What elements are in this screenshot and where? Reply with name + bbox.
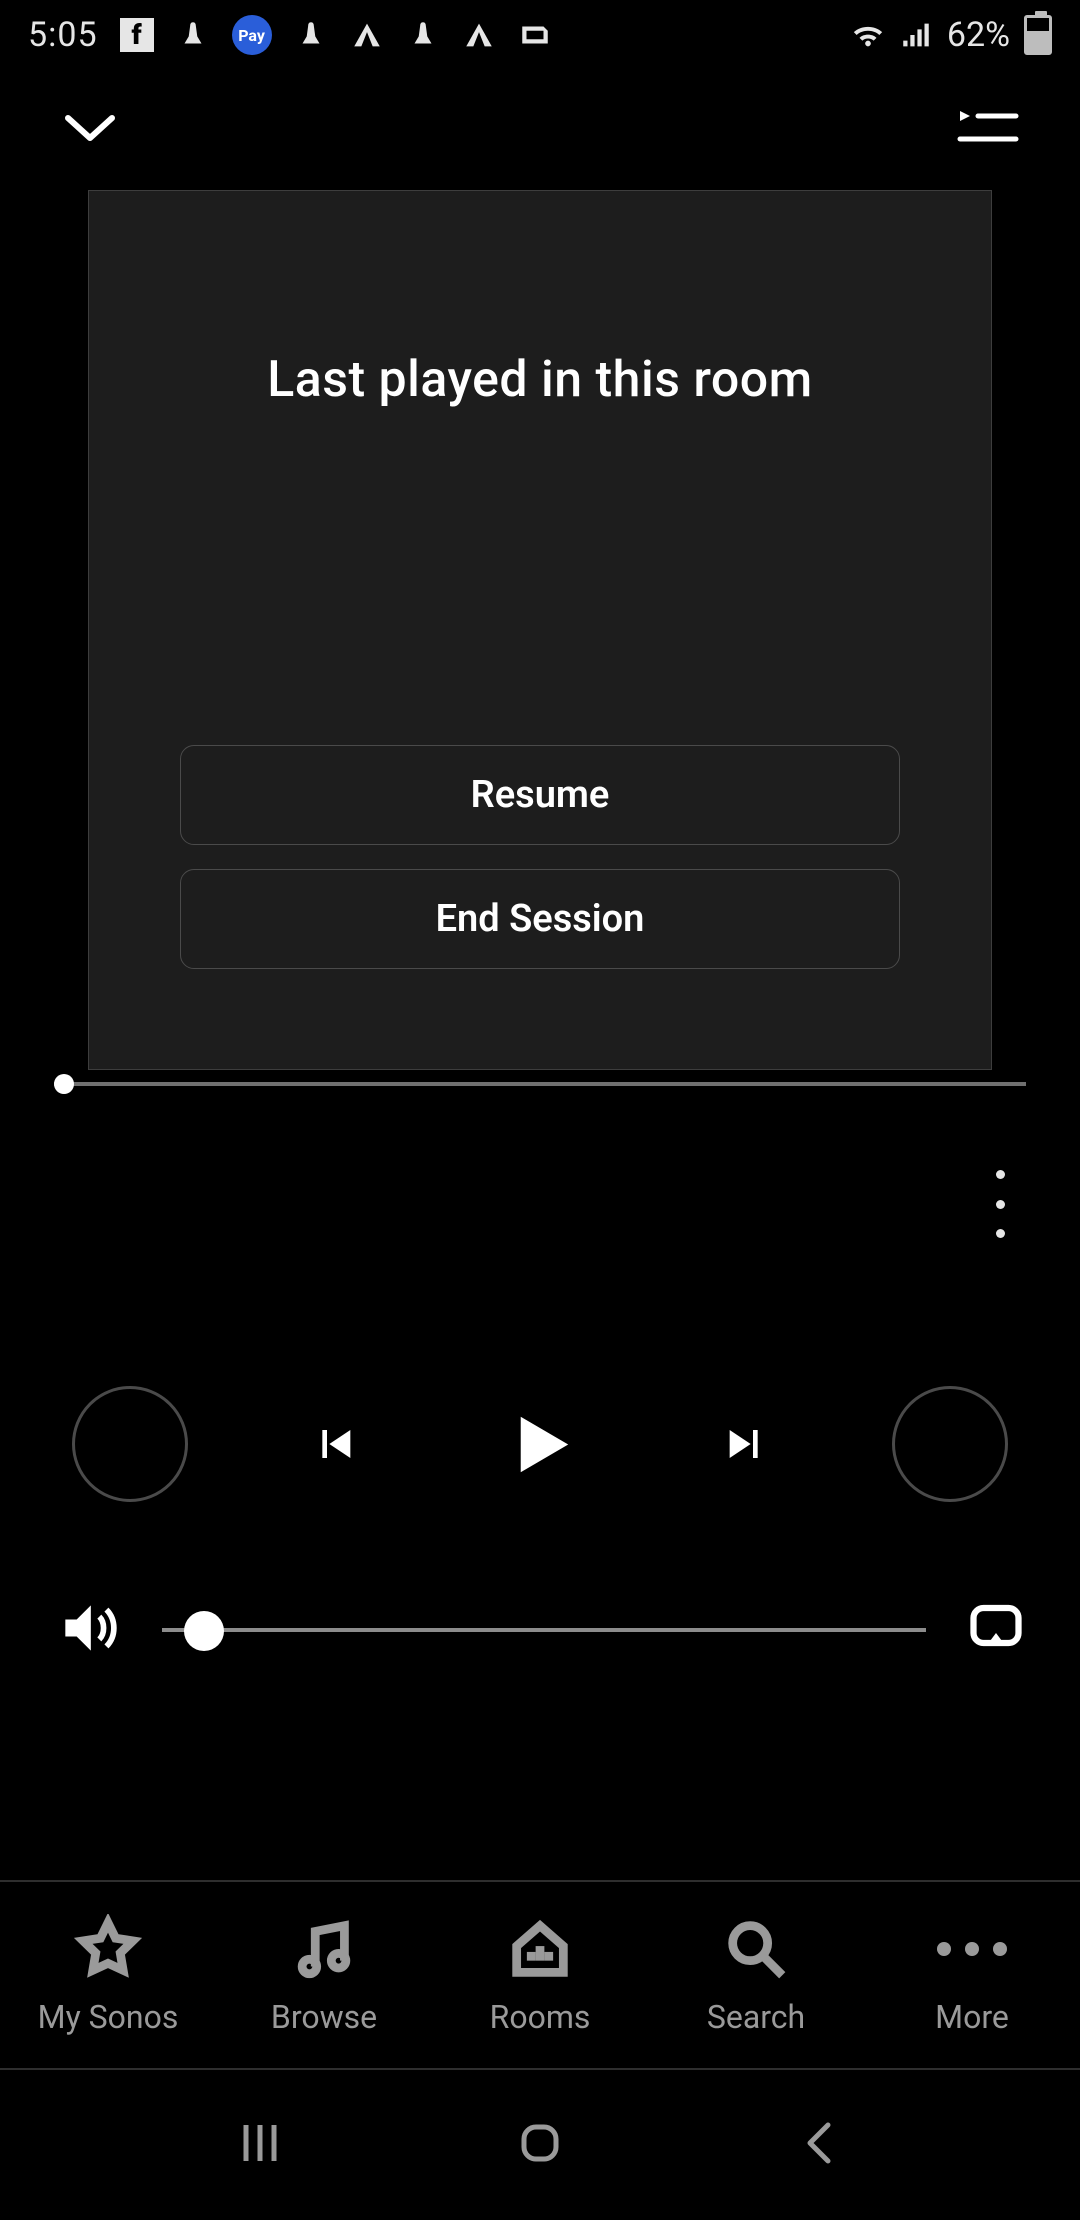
praying-icon bbox=[294, 18, 328, 52]
tab-label: More bbox=[935, 1998, 1009, 2036]
end-session-button[interactable]: End Session bbox=[180, 869, 900, 969]
volume-thumb[interactable] bbox=[184, 1611, 224, 1651]
tab-label: Search bbox=[707, 1998, 805, 2036]
tent-icon bbox=[350, 18, 384, 52]
progress-track bbox=[54, 1082, 1026, 1086]
android-nav-bar bbox=[0, 2070, 1080, 2220]
now-playing-card: Last played in this room Resume End Sess… bbox=[88, 190, 992, 1070]
next-track-button[interactable] bbox=[686, 1384, 806, 1504]
more-icon bbox=[937, 1914, 1007, 1984]
tab-browse[interactable]: Browse bbox=[216, 1882, 432, 2068]
resume-button[interactable]: Resume bbox=[180, 745, 900, 845]
previous-track-button[interactable] bbox=[274, 1384, 394, 1504]
android-status-bar: 5:05 f Pay 62% bbox=[0, 0, 1080, 70]
play-button[interactable] bbox=[480, 1384, 600, 1504]
praying-icon bbox=[406, 18, 440, 52]
back-button[interactable] bbox=[790, 2113, 850, 2177]
tent-icon bbox=[462, 18, 496, 52]
playback-progress-slider[interactable] bbox=[54, 1064, 1026, 1104]
tab-label: My Sonos bbox=[38, 1998, 179, 2036]
tab-more[interactable]: More bbox=[864, 1882, 1080, 2068]
card-title: Last played in this room bbox=[267, 351, 812, 409]
volume-track bbox=[162, 1628, 926, 1632]
collapse-button[interactable] bbox=[60, 108, 120, 152]
pay-icon: Pay bbox=[232, 15, 272, 55]
battery-percent: 62% bbox=[947, 15, 1010, 55]
transport-controls bbox=[0, 1384, 1080, 1504]
praying-icon bbox=[176, 18, 210, 52]
queue-button[interactable] bbox=[956, 103, 1020, 157]
volume-row bbox=[0, 1594, 1080, 1666]
player-header bbox=[0, 70, 1080, 190]
battery-icon bbox=[1024, 15, 1052, 55]
status-clock: 5:05 bbox=[28, 15, 98, 55]
more-options-button[interactable] bbox=[980, 1164, 1020, 1244]
home-button[interactable] bbox=[510, 2113, 570, 2177]
repeat-button[interactable] bbox=[892, 1386, 1008, 1502]
volume-slider[interactable] bbox=[162, 1605, 926, 1655]
end-session-label: End Session bbox=[436, 897, 645, 941]
wifi-icon bbox=[851, 18, 885, 52]
cell-signal-icon bbox=[899, 18, 933, 52]
tab-search[interactable]: Search bbox=[648, 1882, 864, 2068]
tab-label: Rooms bbox=[490, 1998, 591, 2036]
tab-label: Browse bbox=[271, 1998, 377, 2036]
facebook-icon: f bbox=[120, 18, 154, 52]
recents-button[interactable] bbox=[230, 2113, 290, 2177]
volume-icon[interactable] bbox=[54, 1594, 122, 1666]
resume-label: Resume bbox=[471, 773, 610, 817]
progress-thumb[interactable] bbox=[54, 1074, 74, 1094]
tab-rooms[interactable]: Rooms bbox=[432, 1882, 648, 2068]
vpn-icon bbox=[518, 18, 552, 52]
tab-my-sonos[interactable]: My Sonos bbox=[0, 1882, 216, 2068]
output-device-button[interactable] bbox=[966, 1598, 1026, 1662]
shuffle-button[interactable] bbox=[72, 1386, 188, 1502]
bottom-tab-bar: My Sonos Browse Rooms Search More bbox=[0, 1880, 1080, 2070]
